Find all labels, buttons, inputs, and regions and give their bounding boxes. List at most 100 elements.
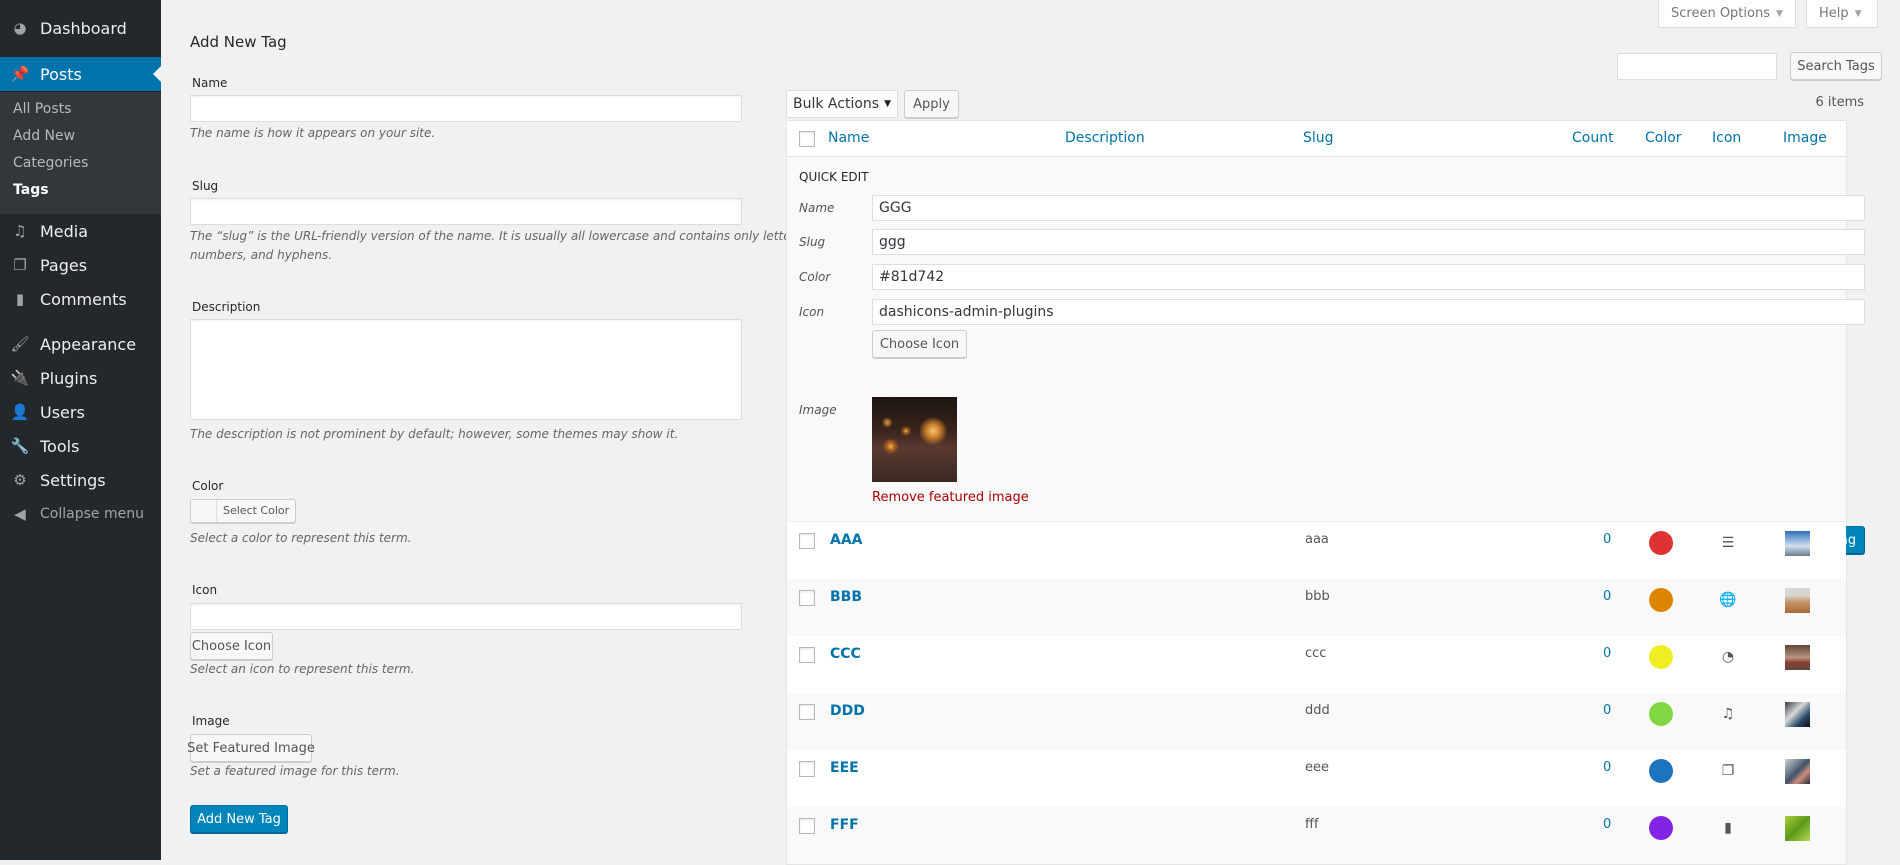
tag-slug: aaa [1305, 532, 1329, 547]
column-icon: Icon [1712, 130, 1742, 146]
column-count[interactable]: Count [1572, 130, 1614, 146]
tag-image-thumbnail [1785, 759, 1810, 784]
image-label: Image [192, 714, 230, 728]
search-tags-input[interactable] [1617, 53, 1777, 80]
tag-name-link[interactable]: EEE [830, 760, 859, 776]
search-tags-button[interactable]: Search Tags [1790, 52, 1882, 80]
set-featured-image-button[interactable]: Set Featured Image [187, 734, 315, 762]
quick-edit-title: QUICK EDIT [799, 170, 869, 184]
name-description: The name is how it appears on your site. [190, 126, 436, 140]
tag-image-thumbnail [1785, 816, 1810, 841]
select-color-label: Select Color [223, 504, 290, 517]
qe-choose-icon-button[interactable]: Choose Icon [872, 330, 967, 358]
tag-count[interactable]: 0 [1603, 646, 1611, 661]
color-swatch [1649, 531, 1673, 555]
tag-name-link[interactable]: CCC [830, 646, 861, 662]
submenu-add-new[interactable]: Add New [13, 128, 75, 144]
menu-comments[interactable]: ▮ Comments [0, 282, 161, 316]
tag-count[interactable]: 0 [1603, 589, 1611, 604]
submenu-categories[interactable]: Categories [13, 155, 88, 171]
icon-input[interactable] [190, 603, 742, 630]
row-checkbox[interactable] [799, 533, 815, 549]
pages-icon: ❐ [1721, 763, 1735, 779]
qe-slug-input[interactable]: ggg [872, 229, 1865, 255]
description-help: The description is not prominent by defa… [190, 427, 679, 441]
tag-count[interactable]: 0 [1603, 817, 1611, 832]
add-new-tag-button[interactable]: Add New Tag [190, 805, 288, 833]
qe-name-label: Name [799, 201, 835, 215]
menu-plugins[interactable]: 🔌 Plugins [0, 361, 161, 395]
caret-down-icon: ▼ [1854, 8, 1862, 19]
row-checkbox[interactable] [799, 818, 815, 834]
menu-media[interactable]: ♫ Media [0, 214, 161, 248]
qe-name-input[interactable]: GGG [872, 195, 1865, 221]
menu-label: Comments [40, 289, 127, 309]
color-swatch [1649, 759, 1673, 783]
remove-featured-image-link[interactable]: Remove featured image [872, 490, 1029, 505]
users-icon: 👤 [10, 403, 30, 421]
menu-label: Media [40, 221, 89, 241]
row-checkbox[interactable] [799, 761, 815, 777]
row-checkbox[interactable] [799, 704, 815, 720]
bulk-actions-select[interactable]: Bulk Actions ▼ [786, 90, 898, 118]
tag-name-link[interactable]: FFF [830, 817, 859, 833]
menu-appearance[interactable]: 🖌 Appearance [0, 327, 161, 361]
settings-icon: ⚙ [13, 471, 27, 489]
menu-label: Users [40, 402, 85, 422]
tag-name-link[interactable]: DDD [830, 703, 865, 719]
slug-label: Slug [192, 179, 219, 193]
name-label: Name [192, 76, 228, 90]
color-description: Select a color to represent this term. [190, 531, 412, 545]
select-all-checkbox[interactable] [799, 131, 815, 147]
screen-options-button[interactable]: Screen Options ▼ [1658, 0, 1796, 28]
tag-count[interactable]: 0 [1603, 760, 1611, 775]
qe-icon-input[interactable]: dashicons-admin-plugins [872, 299, 1865, 325]
admin-sidebar: ◕ Dashboard 📌 Posts All Posts Add New Cate… [0, 0, 161, 860]
collapse-label: Collapse menu [40, 506, 144, 522]
pages-icon: ❐ [13, 256, 27, 274]
column-slug[interactable]: Slug [1303, 130, 1334, 146]
tag-count[interactable]: 0 [1603, 703, 1611, 718]
menu-tools[interactable]: 🔧 Tools [0, 429, 161, 463]
name-input[interactable] [190, 95, 742, 122]
items-count: 6 items [1815, 95, 1864, 110]
dashboard-icon: ◔ [1721, 649, 1735, 665]
submenu-tags[interactable]: Tags [13, 182, 49, 198]
menu-users[interactable]: 👤 Users [0, 395, 161, 429]
menu-pages[interactable]: ❐ Pages [0, 248, 161, 282]
menu-settings[interactable]: ⚙ Settings [0, 463, 161, 497]
image-description: Set a featured image for this term. [190, 764, 400, 778]
color-swatch [191, 500, 217, 522]
tag-name-link[interactable]: BBB [830, 589, 862, 605]
featured-image-thumbnail[interactable] [872, 397, 957, 482]
row-checkbox[interactable] [799, 647, 815, 663]
description-textarea[interactable] [190, 319, 742, 420]
choose-icon-button[interactable]: Choose Icon [190, 632, 273, 660]
column-name[interactable]: Name [828, 130, 869, 146]
color-swatch [1649, 702, 1673, 726]
slug-input[interactable] [190, 198, 742, 225]
menu-label: Settings [40, 470, 106, 490]
table-row: DDD ddd 0 ♫ [787, 693, 1846, 750]
menu-dashboard[interactable]: ◕ Dashboard [0, 11, 161, 45]
apply-button[interactable]: Apply [904, 90, 959, 118]
select-color-button[interactable]: Select Color [190, 499, 296, 523]
collapse-menu-button[interactable]: ◀ Collapse menu [0, 497, 161, 531]
table-header: Name Description Slug Count Color Icon I… [787, 121, 1846, 157]
help-button[interactable]: Help ▼ [1806, 0, 1878, 28]
column-description[interactable]: Description [1065, 130, 1145, 146]
menu-posts[interactable]: 📌 Posts [0, 57, 161, 91]
screen-options-label: Screen Options [1671, 6, 1770, 21]
menu-label: Plugins [40, 368, 98, 388]
tag-count[interactable]: 0 [1603, 532, 1611, 547]
tools-icon: 🔧 [10, 437, 30, 455]
description-label: Description [192, 300, 261, 314]
submenu-all-posts[interactable]: All Posts [13, 101, 71, 117]
tag-name-link[interactable]: AAA [830, 532, 863, 548]
media-icon: ♫ [13, 222, 27, 240]
menu-label: Appearance [40, 334, 137, 354]
row-checkbox[interactable] [799, 590, 815, 606]
collapse-icon: ◀ [14, 505, 26, 523]
qe-color-input[interactable]: #81d742 [872, 264, 1865, 290]
table-row: EEE eee 0 ❐ [787, 750, 1846, 807]
